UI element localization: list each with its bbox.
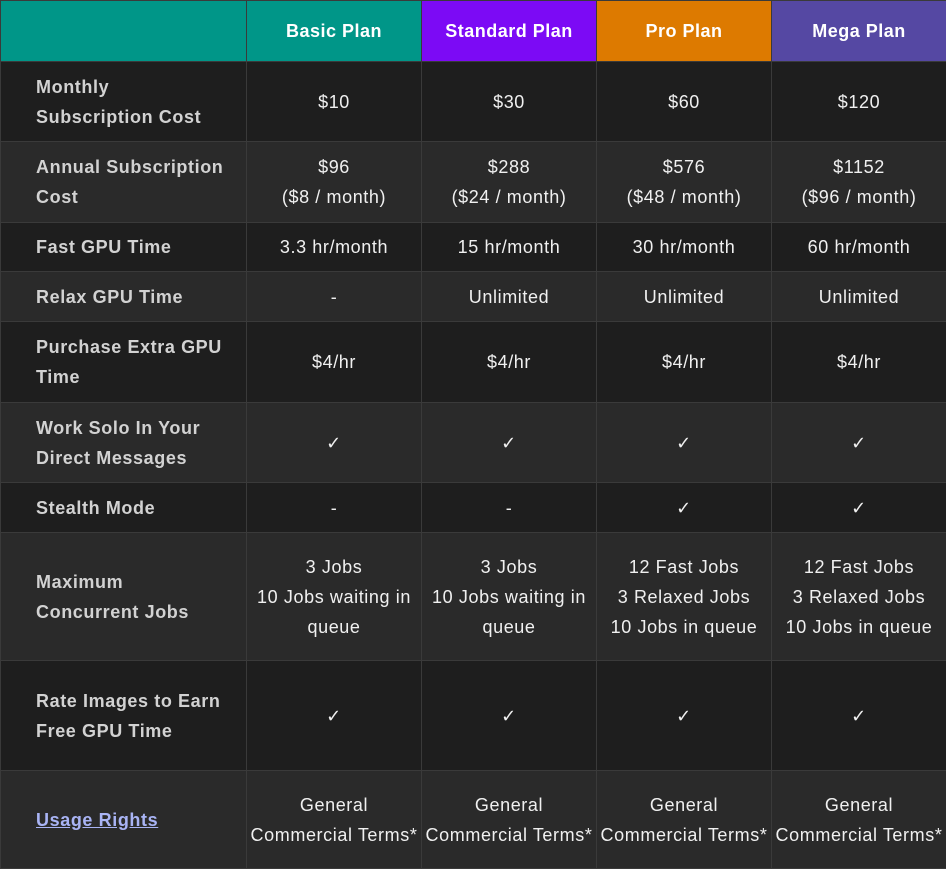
cell-standard: - [422,483,597,533]
cell-basic: $96 ($8 / month) [247,142,422,223]
cell-pro: Unlimited [597,272,772,322]
cell-basic: $4/hr [247,322,422,403]
feature-label: Rate Images to Earn Free GPU Time [1,661,247,771]
cell-standard: $4/hr [422,322,597,403]
cell-mega: ✓ [772,661,946,771]
cell-mega: ✓ [772,483,946,533]
row-usage-rights: Usage Rights General Commercial Terms* G… [1,771,946,869]
row-monthly-cost: Monthly Subscription Cost $10 $30 $60 $1… [1,62,946,142]
cell-pro: $60 [597,62,772,142]
cell-standard: 15 hr/month [422,223,597,272]
cell-basic: $10 [247,62,422,142]
row-stealth-mode: Stealth Mode - - ✓ ✓ [1,483,946,533]
header-corner [1,1,247,62]
cell-mega: $4/hr [772,322,946,403]
row-max-concurrent-jobs: Maximum Concurrent Jobs 3 Jobs 10 Jobs w… [1,533,946,661]
cell-pro: 12 Fast Jobs 3 Relaxed Jobs 10 Jobs in q… [597,533,772,661]
feature-label: Work Solo In Your Direct Messages [1,403,247,483]
cell-mega: Unlimited [772,272,946,322]
cell-basic: - [247,483,422,533]
cell-mega: ✓ [772,403,946,483]
cell-basic: ✓ [247,403,422,483]
cell-mega: $120 [772,62,946,142]
usage-rights-link[interactable]: Usage Rights [36,810,158,830]
cell-mega: General Commercial Terms* [772,771,946,869]
cell-pro: General Commercial Terms* [597,771,772,869]
plan-comparison-table: Basic Plan Standard Plan Pro Plan Mega P… [0,0,946,869]
feature-label: Maximum Concurrent Jobs [1,533,247,661]
feature-label: Fast GPU Time [1,223,247,272]
feature-label: Relax GPU Time [1,272,247,322]
cell-mega: 12 Fast Jobs 3 Relaxed Jobs 10 Jobs in q… [772,533,946,661]
cell-standard: General Commercial Terms* [422,771,597,869]
cell-standard: ✓ [422,661,597,771]
cell-pro: 30 hr/month [597,223,772,272]
cell-standard: $30 [422,62,597,142]
plan-header-standard: Standard Plan [422,1,597,62]
cell-pro: ✓ [597,483,772,533]
cell-pro: $4/hr [597,322,772,403]
cell-standard: 3 Jobs 10 Jobs waiting in queue [422,533,597,661]
row-purchase-extra-gpu: Purchase Extra GPU Time $4/hr $4/hr $4/h… [1,322,946,403]
cell-standard: $288 ($24 / month) [422,142,597,223]
cell-pro: ✓ [597,403,772,483]
cell-pro: ✓ [597,661,772,771]
row-rate-images: Rate Images to Earn Free GPU Time ✓ ✓ ✓ … [1,661,946,771]
feature-label: Annual Subscription Cost [1,142,247,223]
feature-label: Usage Rights [1,771,247,869]
cell-mega: $1152 ($96 / month) [772,142,946,223]
cell-mega: 60 hr/month [772,223,946,272]
cell-basic: General Commercial Terms* [247,771,422,869]
cell-basic: - [247,272,422,322]
feature-label: Stealth Mode [1,483,247,533]
feature-label: Monthly Subscription Cost [1,62,247,142]
feature-label: Purchase Extra GPU Time [1,322,247,403]
plan-header-basic: Basic Plan [247,1,422,62]
row-fast-gpu-time: Fast GPU Time 3.3 hr/month 15 hr/month 3… [1,223,946,272]
plan-header-pro: Pro Plan [597,1,772,62]
cell-basic: ✓ [247,661,422,771]
cell-standard: Unlimited [422,272,597,322]
row-work-solo: Work Solo In Your Direct Messages ✓ ✓ ✓ … [1,403,946,483]
cell-standard: ✓ [422,403,597,483]
cell-pro: $576 ($48 / month) [597,142,772,223]
cell-basic: 3 Jobs 10 Jobs waiting in queue [247,533,422,661]
header-row: Basic Plan Standard Plan Pro Plan Mega P… [1,1,946,62]
row-relax-gpu-time: Relax GPU Time - Unlimited Unlimited Unl… [1,272,946,322]
cell-basic: 3.3 hr/month [247,223,422,272]
row-annual-cost: Annual Subscription Cost $96 ($8 / month… [1,142,946,223]
plan-header-mega: Mega Plan [772,1,946,62]
